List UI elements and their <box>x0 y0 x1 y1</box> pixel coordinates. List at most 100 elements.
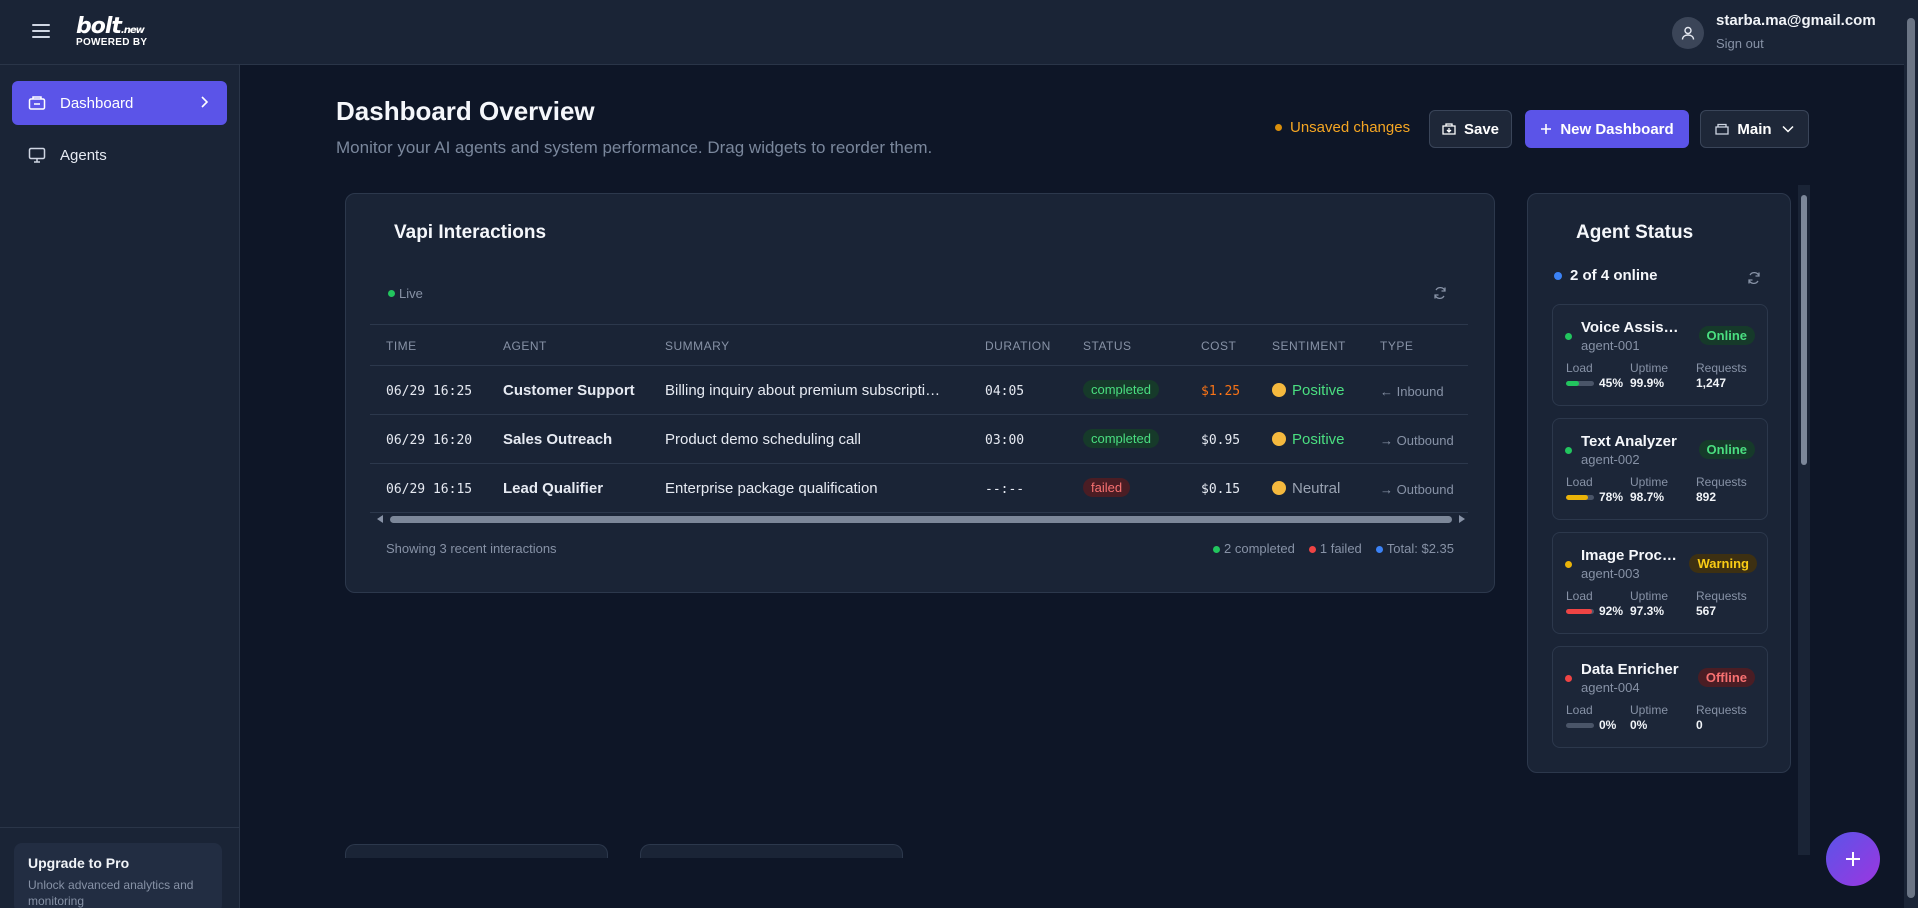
refresh-icon[interactable] <box>1747 271 1761 285</box>
scroll-left-icon[interactable] <box>376 514 384 524</box>
online-dot <box>1554 271 1562 280</box>
load-label: Load <box>1566 589 1593 603</box>
collapsed-widget[interactable] <box>640 844 903 858</box>
vapi-interactions-widget[interactable]: Vapi Interactions Live TIME AGENT SUMMAR… <box>345 193 1495 593</box>
requests-value: 1,247 <box>1696 376 1727 390</box>
load-value: 45% <box>1599 376 1624 390</box>
cell-duration: --:-- <box>985 482 1025 497</box>
requests-value: 567 <box>1696 604 1717 618</box>
unsaved-label: Unsaved changes <box>1290 119 1411 136</box>
col-type: TYPE <box>1380 339 1414 353</box>
page-title: Dashboard Overview <box>336 96 595 126</box>
load-bar <box>1566 381 1594 386</box>
scrollbar-thumb[interactable] <box>390 516 1452 523</box>
new-dashboard-label: New Dashboard <box>1560 120 1674 138</box>
completed-stat: 2 completed <box>1213 541 1295 556</box>
table-row[interactable]: 06/29 16:25 Customer Support Billing inq… <box>370 366 1468 415</box>
unsaved-dot <box>1275 124 1282 131</box>
cell-type: ← Inbound <box>1380 384 1444 399</box>
monitor-icon <box>28 147 46 163</box>
status-badge: Online <box>1698 440 1755 459</box>
cell-sentiment: Positive <box>1272 431 1345 448</box>
sentiment-label: Positive <box>1292 431 1345 448</box>
cell-time: 06/29 16:25 <box>386 384 473 399</box>
sentiment-label: Positive <box>1292 382 1345 399</box>
add-widget-button[interactable] <box>1826 832 1880 886</box>
agent-status-widget[interactable]: Agent Status 2 of 4 online Voice Assista… <box>1527 193 1791 773</box>
user-icon[interactable] <box>1672 17 1704 49</box>
agent-id: agent-002 <box>1581 452 1640 467</box>
plus-icon <box>1541 124 1552 134</box>
dashboard-select[interactable]: Main <box>1700 110 1809 148</box>
table-row[interactable]: 06/29 16:15 Lead Qualifier Enterprise pa… <box>370 464 1468 513</box>
load-bar-fill <box>1566 609 1592 614</box>
smile-icon <box>1272 383 1286 397</box>
agent-card[interactable]: Voice Assistant agent-001 Online Load Up… <box>1552 304 1768 406</box>
total-stat: Total: $2.35 <box>1375 541 1454 556</box>
live-label: Live <box>399 286 423 301</box>
load-bar-fill <box>1566 495 1588 500</box>
brand-suffix: .new <box>120 25 145 36</box>
top-bar: bolt.new POWERED BY starba.ma@gmail.com … <box>0 0 1918 65</box>
live-dot <box>388 290 395 297</box>
menu-icon[interactable] <box>32 24 50 38</box>
scrollbar-thumb[interactable] <box>1907 18 1915 898</box>
widget-title: Vapi Interactions <box>394 222 547 243</box>
live-indicator: Live <box>388 286 423 301</box>
agent-id: agent-004 <box>1581 680 1640 695</box>
page-scrollbar[interactable] <box>1904 0 1918 908</box>
agent-name: Voice Assistant <box>1581 319 1681 336</box>
cell-summary: Enterprise package qualification <box>665 480 878 497</box>
uptime-value: 98.7% <box>1630 490 1665 504</box>
save-button[interactable]: Save <box>1429 110 1512 148</box>
failed-stat: 1 failed <box>1308 541 1362 556</box>
new-dashboard-button[interactable]: New Dashboard <box>1525 110 1689 148</box>
sidebar-item-label: Agents <box>60 146 107 164</box>
table-header: TIME AGENT SUMMARY DURATION STATUS COST … <box>370 324 1468 366</box>
sidebar: Dashboard Agents Upgrade to Pro Unlock a… <box>0 65 240 908</box>
col-agent: AGENT <box>503 339 547 353</box>
status-dot <box>1565 333 1572 340</box>
neutral-face-icon <box>1272 481 1286 495</box>
col-sentiment: SENTIMENT <box>1272 339 1346 353</box>
uptime-value: 99.9% <box>1630 376 1665 390</box>
scroll-right-icon[interactable] <box>1458 514 1466 524</box>
agent-name: Data Enricher <box>1581 661 1679 678</box>
dashboard-icon <box>28 96 46 110</box>
refresh-icon[interactable] <box>1433 286 1447 300</box>
load-bar-fill <box>1566 381 1579 386</box>
failed-stat-label: 1 failed <box>1319 541 1362 556</box>
load-bar <box>1566 609 1594 614</box>
logo[interactable]: bolt.new POWERED BY <box>76 14 147 48</box>
requests-label: Requests <box>1696 475 1747 489</box>
table-footer-summary: Showing 3 recent interactions <box>386 541 557 556</box>
load-value: 78% <box>1599 490 1624 504</box>
collapsed-widget[interactable] <box>345 844 608 858</box>
col-status: STATUS <box>1083 339 1132 353</box>
sidebar-divider <box>0 827 240 828</box>
scrollbar-thumb[interactable] <box>1801 195 1807 465</box>
cell-summary: Billing inquiry about premium subscripti… <box>665 382 941 399</box>
cell-type: → Outbound <box>1380 482 1454 497</box>
agent-card[interactable]: Text Analyzer agent-002 Online Load Upti… <box>1552 418 1768 520</box>
sidebar-item-dashboard[interactable]: Dashboard <box>12 81 227 125</box>
load-value: 92% <box>1599 604 1624 618</box>
agent-card[interactable]: Image Processor agent-003 Warning Load U… <box>1552 532 1768 634</box>
table-row[interactable]: 06/29 16:20 Sales Outreach Product demo … <box>370 415 1468 464</box>
widget-scrollbar[interactable] <box>1798 185 1810 855</box>
save-label: Save <box>1463 120 1500 138</box>
load-label: Load <box>1566 475 1593 489</box>
agent-card[interactable]: Data Enricher agent-004 Offline Load Upt… <box>1552 646 1768 748</box>
cell-duration: 03:00 <box>985 433 1025 448</box>
folder-icon <box>1715 123 1730 135</box>
cell-time: 06/29 16:20 <box>386 433 473 448</box>
horizontal-scrollbar[interactable] <box>376 514 1466 524</box>
cell-cost: $0.15 <box>1201 482 1241 497</box>
sign-out-link[interactable]: Sign out <box>1716 36 1764 51</box>
upgrade-card[interactable]: Upgrade to Pro Unlock advanced analytics… <box>14 843 222 908</box>
sidebar-item-agents[interactable]: Agents <box>12 133 227 177</box>
status-badge: completed <box>1083 429 1159 448</box>
cell-cost: $1.25 <box>1201 384 1241 399</box>
uptime-label: Uptime <box>1630 475 1669 489</box>
load-label: Load <box>1566 703 1593 717</box>
